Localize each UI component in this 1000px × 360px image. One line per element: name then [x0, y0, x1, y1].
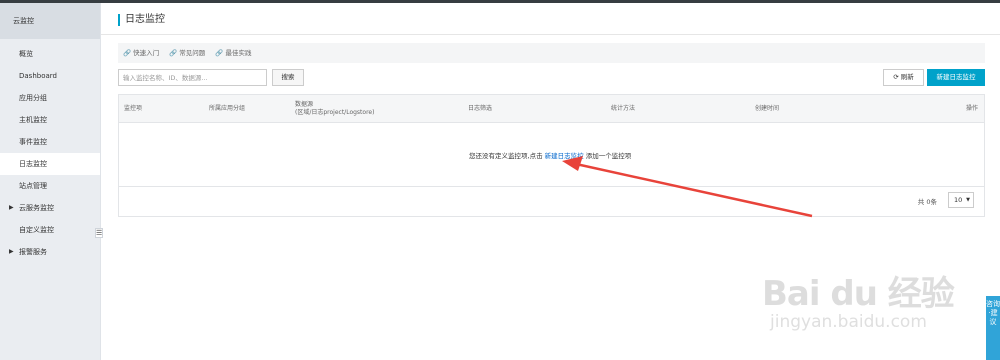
- page-size-value: 10: [954, 196, 963, 204]
- main-content: 日志监控 🔗快速入门 🔗常见问题 🔗最佳实践 搜索 ⟳ 刷新 新建日志监控 监控…: [101, 3, 1000, 360]
- sidebar-item-cloud-service-monitor[interactable]: ▶ 云服务监控: [0, 197, 100, 219]
- header-divider: [101, 34, 1000, 35]
- sidebar: 云监控 概览 Dashboard 应用分组 主机监控 事件监控 日志监控 站点管…: [0, 3, 101, 360]
- refresh-button[interactable]: ⟳ 刷新: [883, 69, 924, 86]
- sidebar-item-event-monitor[interactable]: 事件监控: [0, 131, 100, 153]
- pagination-total: 共 0条: [917, 198, 937, 206]
- help-link-label: 常见问题: [179, 49, 206, 57]
- pagination: 共 0条 10 ▼: [119, 187, 984, 216]
- empty-state-prefix: 您还没有定义监控项,点击: [469, 152, 543, 160]
- sidebar-item-label: 日志监控: [19, 160, 47, 168]
- sidebar-item-dashboard[interactable]: Dashboard: [0, 65, 100, 87]
- link-icon: 🔗: [215, 49, 224, 57]
- sidebar-item-overview[interactable]: 概览: [0, 43, 100, 65]
- sidebar-title: 云监控: [0, 3, 100, 39]
- refresh-icon: ⟳: [893, 73, 899, 81]
- feedback-tab[interactable]: 咨询·建议: [986, 296, 1000, 360]
- page-size-select[interactable]: 10 ▼: [948, 192, 974, 208]
- column-header: 操作: [966, 105, 979, 112]
- help-link-label: 最佳实践: [225, 49, 252, 57]
- sidebar-item-label: 报警服务: [19, 248, 47, 256]
- column-subheader: (区域/日志project/Logstore): [295, 109, 375, 116]
- column-header: 统计方法: [611, 105, 636, 112]
- help-link-best-practice[interactable]: 🔗 最佳实践: [215, 49, 251, 57]
- link-icon: 🔗: [123, 49, 132, 57]
- sidebar-item-label: 事件监控: [19, 138, 47, 146]
- sidebar-item-label: 应用分组: [19, 94, 47, 102]
- sidebar-item-log-monitor[interactable]: 日志监控: [0, 153, 100, 175]
- sidebar-item-app-groups[interactable]: 应用分组: [0, 87, 100, 109]
- sidebar-item-site-management[interactable]: 站点管理: [0, 175, 100, 197]
- caret-right-icon: ▶: [9, 204, 14, 211]
- search-button[interactable]: 搜索: [272, 69, 304, 86]
- refresh-label: 刷新: [900, 73, 914, 81]
- sidebar-item-label: 云服务监控: [19, 204, 54, 212]
- column-header: 日志筛选: [468, 105, 493, 112]
- create-log-monitor-link[interactable]: 新建日志监控: [545, 152, 584, 160]
- empty-state-message: 您还没有定义监控项,点击 新建日志监控 添加一个监控项: [469, 150, 631, 160]
- sidebar-item-host-monitor[interactable]: 主机监控: [0, 109, 100, 131]
- empty-state-row: 您还没有定义监控项,点击 新建日志监控 添加一个监控项: [119, 123, 984, 187]
- sidebar-item-label: 自定义监控: [19, 226, 54, 234]
- create-log-monitor-button[interactable]: 新建日志监控: [927, 69, 985, 86]
- column-header: 创建时间: [755, 105, 780, 112]
- search-input[interactable]: [118, 69, 267, 86]
- sidebar-item-label: 概览: [19, 50, 33, 58]
- column-header: 所属应用分组: [209, 105, 246, 112]
- caret-right-icon: ▶: [9, 248, 14, 255]
- sidebar-item-alarm-service[interactable]: ▶ 报警服务: [0, 241, 100, 263]
- help-link-quick-start[interactable]: 🔗 快速入门: [123, 49, 159, 57]
- empty-state-suffix: 添加一个监控项: [585, 152, 632, 160]
- sidebar-item-label: 主机监控: [19, 116, 47, 124]
- help-link-faq[interactable]: 🔗 常见问题: [169, 49, 205, 57]
- sidebar-item-custom-monitor[interactable]: 自定义监控: [0, 219, 100, 241]
- caret-down-icon: ▼: [966, 197, 970, 203]
- column-header: 数据源: [295, 101, 314, 108]
- page-title: 日志监控: [118, 14, 165, 26]
- help-link-label: 快速入门: [133, 49, 160, 57]
- help-bar: 🔗 快速入门 🔗 常见问题 🔗 最佳实践: [118, 43, 985, 63]
- monitor-table: 监控项 所属应用分组 数据源 (区域/日志project/Logstore) 日…: [118, 94, 985, 217]
- sidebar-item-label: Dashboard: [19, 72, 57, 80]
- column-header: 监控项: [124, 105, 143, 112]
- table-header: 监控项 所属应用分组 数据源 (区域/日志project/Logstore) 日…: [119, 95, 984, 123]
- sidebar-item-label: 站点管理: [19, 182, 47, 190]
- link-icon: 🔗: [169, 49, 178, 57]
